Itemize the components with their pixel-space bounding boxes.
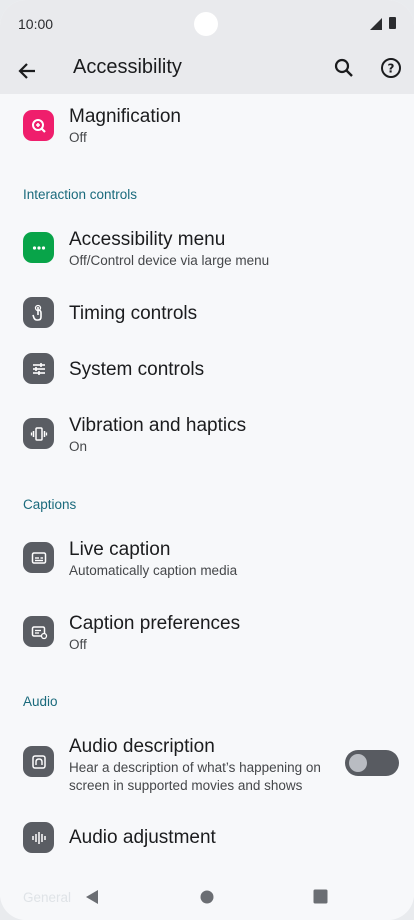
item-title: Magnification — [69, 106, 181, 127]
item-title: Live caption — [69, 539, 171, 560]
list-item-vibration-haptics[interactable]: Vibration and haptics On — [0, 404, 414, 460]
list-item-system-controls[interactable]: System controls — [0, 348, 414, 390]
status-bar: 10:00 — [0, 0, 414, 48]
tune-sliders-icon — [23, 353, 54, 384]
waveform-icon — [23, 822, 54, 853]
list-item-accessibility-menu[interactable]: Accessibility menu Off/Control device vi… — [0, 220, 414, 276]
battery-icon — [389, 17, 396, 29]
page-title: Accessibility — [73, 56, 182, 78]
item-title: System controls — [69, 359, 205, 380]
section-header-captions: Captions — [23, 497, 77, 512]
status-time: 10:00 — [18, 16, 54, 32]
section-header-general: General — [23, 890, 72, 905]
list-item-live-caption[interactable]: Live caption Automatically caption media — [0, 530, 414, 586]
item-subtitle: Off/Control device via large menu — [69, 253, 270, 268]
vibration-icon — [23, 418, 54, 449]
toggle-knob — [349, 754, 367, 772]
item-title: Timing controls — [69, 303, 198, 324]
audio-description-icon — [23, 746, 54, 777]
more-horizontal-icon — [23, 232, 54, 263]
settings-list: Magnification Off Interaction controls A… — [0, 94, 414, 874]
list-item-caption-preferences[interactable]: Caption preferences Off — [0, 604, 414, 660]
help-icon[interactable]: ? — [373, 50, 409, 86]
list-item-audio-description[interactable]: Audio description Hear a description of … — [0, 728, 414, 798]
caption-settings-icon — [23, 616, 54, 647]
list-item-magnification[interactable]: Magnification Off — [0, 94, 414, 158]
navigation-bar: General — [0, 874, 414, 920]
nav-home-icon[interactable] — [200, 890, 214, 904]
touch-timer-icon — [23, 297, 54, 328]
item-title: Audio adjustment — [69, 827, 216, 848]
caption-icon — [23, 542, 54, 573]
nav-back-icon[interactable] — [84, 889, 100, 905]
back-arrow-icon[interactable] — [9, 53, 45, 89]
item-title: Caption preferences — [69, 613, 241, 634]
cell-signal-icon — [370, 18, 382, 30]
zoom-in-icon — [23, 110, 54, 141]
item-title: Audio description — [69, 736, 215, 757]
item-subtitle: On — [69, 439, 88, 454]
list-item-timing-controls[interactable]: Timing controls — [0, 292, 414, 334]
svg-text:?: ? — [388, 62, 395, 76]
item-subtitle: Off — [69, 637, 87, 652]
item-subtitle: Automatically caption media — [69, 563, 238, 578]
app-bar: Accessibility ? — [0, 48, 414, 94]
nav-recents-icon[interactable] — [313, 889, 328, 904]
item-title: Accessibility menu — [69, 229, 226, 250]
list-item-audio-adjustment[interactable]: Audio adjustment — [0, 818, 414, 860]
item-subtitle: Hear a description of what’s happening o… — [69, 760, 321, 793]
audio-description-toggle[interactable] — [345, 750, 399, 776]
item-subtitle: Off — [69, 130, 87, 145]
search-icon[interactable] — [326, 50, 362, 86]
item-title: Vibration and haptics — [69, 415, 247, 436]
section-header-audio: Audio — [23, 694, 58, 709]
front-camera — [194, 12, 218, 36]
phone-screen: 10:00 Accessibility ? Magnification Off … — [0, 0, 414, 920]
section-header-interaction: Interaction controls — [23, 187, 138, 202]
